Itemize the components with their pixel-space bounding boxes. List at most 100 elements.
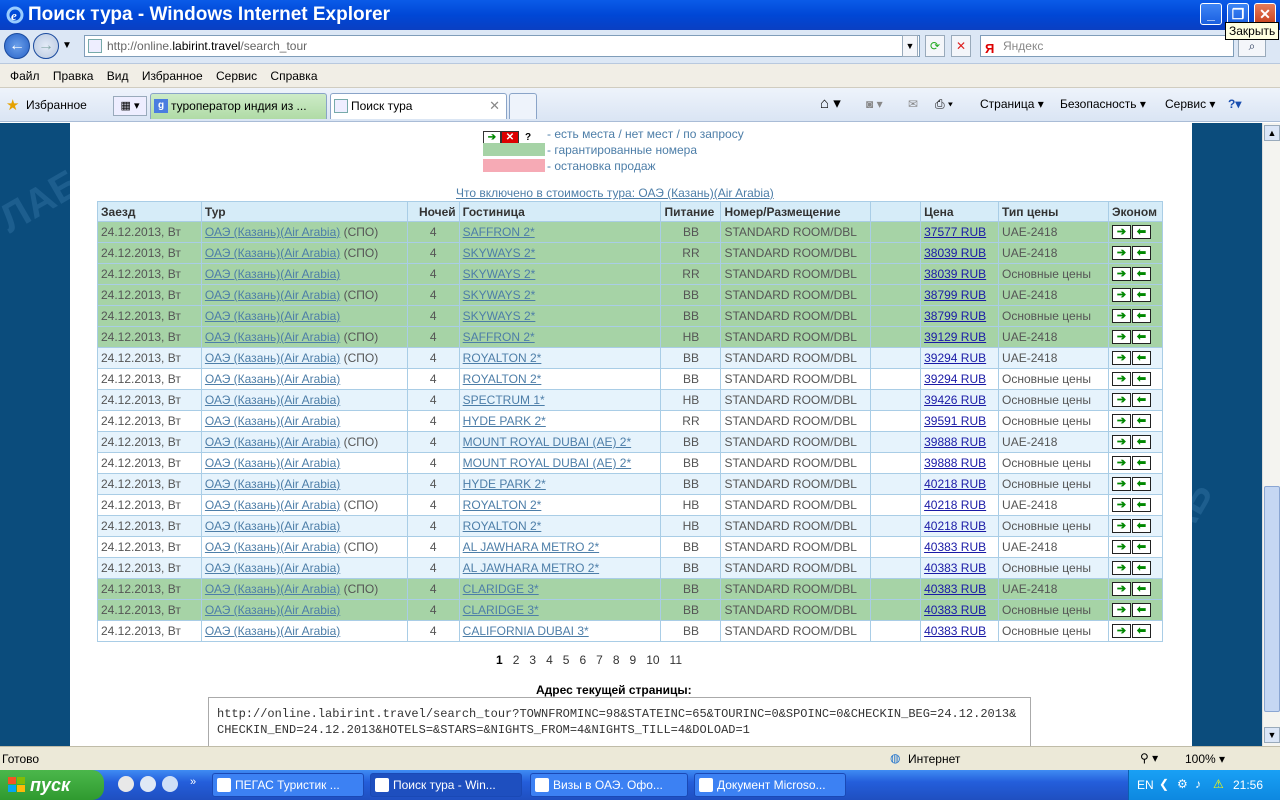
price-link[interactable]: 38799 RUB [924,288,986,302]
hotel-link[interactable]: ROYALTON 2* [463,372,542,386]
flight-back-icon[interactable]: ⬅ [1131,309,1151,324]
menu-favorites[interactable]: Избранное [137,64,208,88]
tour-link[interactable]: ОАЭ (Казань)(Air Arabia) [205,540,340,554]
price-link[interactable]: 38799 RUB [924,309,986,323]
flight-there-icon[interactable]: ➔ [1111,624,1131,639]
tour-link[interactable]: ОАЭ (Казань)(Air Arabia) [205,351,340,365]
flight-there-icon[interactable]: ➔ [1111,603,1131,618]
hotel-link[interactable]: SKYWAYS 2* [463,267,536,281]
price-link[interactable]: 40383 RUB [924,624,986,638]
tools-menu[interactable]: Сервис ▾ [1165,97,1215,111]
flight-there-icon[interactable]: ➔ [1111,456,1131,471]
hotel-link[interactable]: CLARIDGE 3* [463,603,539,617]
tour-link[interactable]: ОАЭ (Казань)(Air Arabia) [205,246,340,260]
flight-back-icon[interactable]: ⬅ [1131,435,1151,450]
tour-link[interactable]: ОАЭ (Казань)(Air Arabia) [205,624,340,638]
mail-icon[interactable]: ✉ [908,97,918,111]
menu-edit[interactable]: Правка [48,64,99,88]
language-indicator[interactable]: EN [1137,778,1154,792]
ie-quicklaunch-icon[interactable] [140,776,156,792]
tour-link[interactable]: ОАЭ (Казань)(Air Arabia) [205,393,340,407]
ie-quicklaunch-icon-2[interactable] [162,776,178,792]
url-dropdown-icon[interactable]: ▼ [902,35,918,57]
price-link[interactable]: 39129 RUB [924,330,986,344]
tour-link[interactable]: ОАЭ (Казань)(Air Arabia) [205,414,340,428]
flight-there-icon[interactable]: ➔ [1111,309,1131,324]
flight-back-icon[interactable]: ⬅ [1131,225,1151,240]
flight-there-icon[interactable]: ➔ [1111,414,1131,429]
menu-tools[interactable]: Сервис [211,64,262,88]
flight-back-icon[interactable]: ⬅ [1131,477,1151,492]
tab-search-tour[interactable]: Поиск тура ✕ [330,93,507,119]
flight-there-icon[interactable]: ➔ [1111,267,1131,282]
tour-link[interactable]: ОАЭ (Казань)(Air Arabia) [205,519,340,533]
tab-tour-operator[interactable]: g туроператор индия из ... [150,93,327,119]
col-hotel[interactable]: Гостиница [458,201,662,222]
page-link-6[interactable]: 6 [579,653,586,667]
hotel-link[interactable]: ROYALTON 2* [463,519,542,533]
flight-there-icon[interactable]: ➔ [1111,561,1131,576]
hotel-link[interactable]: HYDE PARK 2* [463,477,546,491]
price-link[interactable]: 40218 RUB [924,477,986,491]
price-link[interactable]: 40383 RUB [924,582,986,596]
flight-back-icon[interactable]: ⬅ [1131,519,1151,534]
start-button[interactable]: пуск [0,770,104,800]
forward-button[interactable]: → [33,33,59,59]
hotel-link[interactable]: CLARIDGE 3* [463,582,539,596]
flight-there-icon[interactable]: ➔ [1111,288,1131,303]
hotel-link[interactable]: MOUNT ROYAL DUBAI (AE) 2* [463,435,631,449]
price-link[interactable]: 39294 RUB [924,372,986,386]
page-menu[interactable]: Страница ▾ [980,97,1044,111]
hotel-link[interactable]: ROYALTON 2* [463,351,542,365]
price-link[interactable]: 40383 RUB [924,540,986,554]
price-link[interactable]: 39591 RUB [924,414,986,428]
flight-back-icon[interactable]: ⬅ [1131,582,1151,597]
flight-there-icon[interactable]: ➔ [1111,435,1131,450]
price-link[interactable]: 37577 RUB [924,225,986,239]
price-link[interactable]: 40218 RUB [924,519,986,533]
quicklaunch-expand-icon[interactable]: » [190,776,196,788]
hotel-link[interactable]: SKYWAYS 2* [463,309,536,323]
flight-there-icon[interactable]: ➔ [1111,498,1131,513]
feeds-icon[interactable]: ◙ ▾ [866,97,883,111]
tour-link[interactable]: ОАЭ (Казань)(Air Arabia) [205,372,340,386]
flight-back-icon[interactable]: ⬅ [1131,372,1151,387]
page-link-10[interactable]: 10 [646,653,659,667]
tour-link[interactable]: ОАЭ (Казань)(Air Arabia) [205,435,340,449]
flight-back-icon[interactable]: ⬅ [1131,330,1151,345]
included-link[interactable]: Что включено в стоимость тура: ОАЭ (Каза… [456,186,774,200]
page-link-4[interactable]: 4 [546,653,553,667]
hotel-link[interactable]: SAFFRON 2* [463,225,535,239]
tour-link[interactable]: ОАЭ (Казань)(Air Arabia) [205,498,340,512]
tour-link[interactable]: ОАЭ (Казань)(Air Arabia) [205,288,340,302]
current-address-field[interactable]: http://online.labirint.travel/search_tou… [208,697,1031,746]
flight-back-icon[interactable]: ⬅ [1131,288,1151,303]
hotel-link[interactable]: HYDE PARK 2* [463,414,546,428]
price-link[interactable]: 40218 RUB [924,498,986,512]
stop-icon[interactable]: ✕ [951,35,971,57]
price-link[interactable]: 39888 RUB [924,435,986,449]
favorites-button[interactable]: Избранное [26,98,87,112]
flight-back-icon[interactable]: ⬅ [1131,624,1151,639]
search-input[interactable]: Я Яндекс [980,35,1234,57]
vertical-scrollbar[interactable]: ▲ ▼ [1262,123,1280,746]
flight-there-icon[interactable]: ➔ [1111,351,1131,366]
page-link-2[interactable]: 2 [513,653,520,667]
home-icon[interactable]: ⌂ ▾ [820,94,841,112]
tour-link[interactable]: ОАЭ (Казань)(Air Arabia) [205,330,340,344]
page-link-3[interactable]: 3 [529,653,536,667]
taskbar-item-pegas[interactable]: ПЕГАС Туристик ... [212,773,364,797]
flight-back-icon[interactable]: ⬅ [1131,267,1151,282]
flight-there-icon[interactable]: ➔ [1111,477,1131,492]
scroll-up-icon[interactable]: ▲ [1264,125,1280,141]
warning-icon[interactable]: ⚠ [1213,777,1224,791]
flight-there-icon[interactable]: ➔ [1111,582,1131,597]
help-icon[interactable]: ?▾ [1228,97,1241,111]
col-room[interactable]: Номер/Размещение [720,201,872,222]
taskbar-item-search-tour[interactable]: Поиск тура - Win... [370,773,522,797]
volume-icon[interactable]: ♪ [1195,777,1201,791]
tour-link[interactable]: ОАЭ (Казань)(Air Arabia) [205,267,340,281]
page-link-9[interactable]: 9 [630,653,637,667]
new-tab-button[interactable] [509,93,537,119]
flight-there-icon[interactable]: ➔ [1111,519,1131,534]
